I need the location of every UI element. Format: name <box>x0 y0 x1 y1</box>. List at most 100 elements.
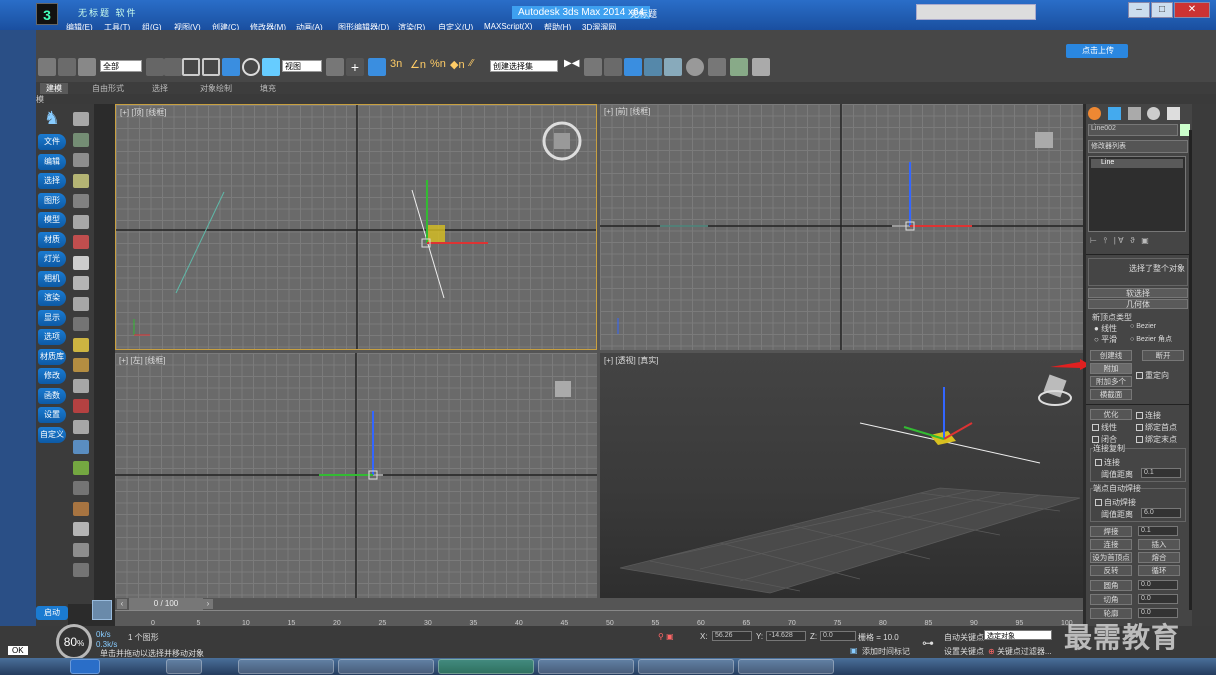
left-tab-2[interactable]: 选择 <box>38 173 66 189</box>
insert-button[interactable]: 插入 <box>1138 539 1180 550</box>
gizmo-x-axis[interactable] <box>943 422 973 440</box>
lock-icon[interactable]: ⚲ ▣ <box>658 632 674 641</box>
ribbon-tab-1[interactable]: 自由形式 <box>92 83 124 94</box>
panel-scrollbar[interactable] <box>1189 130 1192 610</box>
taskbar-app-5[interactable] <box>538 659 634 674</box>
line-shape[interactable] <box>175 191 225 294</box>
selection-filter-dropdown[interactable]: 全部 <box>100 60 142 72</box>
tool-icon-1[interactable] <box>73 132 89 147</box>
z-coord-field[interactable]: 0.0 <box>820 631 856 641</box>
prev-frame-icon[interactable]: ‹ <box>117 599 127 609</box>
line-selected[interactable] <box>859 422 1041 464</box>
link-icon[interactable] <box>38 58 56 76</box>
ribbon-tab-0[interactable]: 建模 <box>40 83 68 94</box>
ref-coord-dropdown[interactable]: 视图 <box>282 60 322 72</box>
left-tab-6[interactable]: 灯光 <box>38 251 66 267</box>
spinner-snap-icon[interactable]: ◆n <box>450 58 468 76</box>
tool-icon-4[interactable] <box>73 194 89 208</box>
motion-tab-icon[interactable] <box>1147 107 1161 120</box>
edit-named-sel-icon[interactable]: ⁄⁄ <box>470 58 488 76</box>
reorient-checkbox[interactable]: 重定向 <box>1136 370 1169 381</box>
viewport-label-persp[interactable]: [+] [透视] [真实] <box>604 355 658 366</box>
weld-button[interactable]: 焊接 <box>1090 526 1132 537</box>
unlink-icon[interactable] <box>58 58 76 76</box>
hierarchy-tab-icon[interactable] <box>1127 107 1141 120</box>
named-selection-dropdown[interactable]: 创建选择集 <box>490 60 558 72</box>
schematic-view-icon[interactable] <box>664 58 682 76</box>
viewport-label-left[interactable]: [+] [左] [线框] <box>119 355 165 366</box>
create-line-button[interactable]: 创建线 <box>1090 350 1132 361</box>
viewcube-front-icon[interactable] <box>1035 132 1053 148</box>
selected-object-dropdown[interactable]: 选定对象 <box>984 630 1052 640</box>
x-coord-field[interactable]: 56.26 <box>712 631 752 641</box>
cycle-button[interactable]: 循环 <box>1138 565 1180 576</box>
percent-snap-icon[interactable]: %n <box>430 58 448 76</box>
weld-threshold-spinner[interactable]: 6.0 <box>1141 508 1181 518</box>
viewport-top[interactable]: [+] [顶] [线框] <box>115 104 597 350</box>
add-time-tag[interactable]: 添加时间标记 <box>862 646 910 657</box>
next-frame-icon[interactable]: › <box>203 599 213 609</box>
left-tab-7[interactable]: 相机 <box>38 270 66 287</box>
tool-icon-14[interactable] <box>73 399 89 413</box>
right-scrollbar[interactable] <box>1192 104 1216 634</box>
taskbar-app-6[interactable] <box>638 659 734 674</box>
connect-checkbox[interactable]: 连接 <box>1136 410 1161 421</box>
render-production-icon[interactable] <box>752 58 770 76</box>
maximize-icon[interactable]: □ <box>1151 2 1173 18</box>
viewport-label-top[interactable]: [+] [顶] [线框] <box>120 107 166 118</box>
autokey-button[interactable]: 自动关键点 <box>944 632 984 643</box>
bind-last-checkbox[interactable]: 绑定末点 <box>1136 434 1177 445</box>
rect-selection-icon[interactable] <box>182 58 200 76</box>
modifier-list-dropdown[interactable]: 修改器列表 <box>1088 140 1188 153</box>
render-setup-icon[interactable] <box>708 58 726 76</box>
rotate-icon[interactable] <box>242 58 260 76</box>
key-icon[interactable]: ⊶ <box>922 636 934 650</box>
set-first-vertex-button[interactable]: 设为首顶点 <box>1090 552 1132 563</box>
object-name-field[interactable]: Line002 <box>1088 124 1178 136</box>
left-tab-13[interactable]: 函数 <box>38 387 66 404</box>
left-tab-9[interactable]: 显示 <box>38 309 66 326</box>
left-tab-0[interactable]: 文件 <box>38 134 66 150</box>
keyboard-shortcut-icon[interactable] <box>368 58 386 76</box>
attach-multiple-button[interactable]: 附加多个 <box>1090 376 1132 387</box>
tool-icon-21[interactable] <box>73 542 89 557</box>
pivot-icon[interactable] <box>326 58 344 76</box>
threshold-spinner[interactable]: 0.1 <box>1141 468 1181 478</box>
upload-button[interactable]: 点击上传 <box>1066 44 1128 58</box>
chamfer-button[interactable]: 切角 <box>1090 594 1132 605</box>
break-button[interactable]: 断开 <box>1142 350 1184 361</box>
layer-manager-icon[interactable] <box>604 58 622 76</box>
close-icon[interactable]: ✕ <box>1174 2 1210 18</box>
viewport-left[interactable]: [+] [左] [线框] <box>115 353 597 598</box>
tool-icon-8[interactable] <box>73 276 89 290</box>
tool-icon-5[interactable] <box>73 214 89 229</box>
display-tab-icon[interactable] <box>1167 107 1181 120</box>
rendered-frame-icon[interactable] <box>730 58 748 76</box>
left-tab-8[interactable]: 渲染 <box>38 290 66 306</box>
tool-icon-18[interactable] <box>73 481 89 495</box>
vtype-bezier-corner-radio[interactable]: ○ Bezier 角点 <box>1130 334 1172 344</box>
rollout-geometry[interactable]: 几何体 <box>1088 299 1188 309</box>
fillet-spinner[interactable]: 0.0 <box>1138 580 1178 590</box>
tool-icon-3[interactable] <box>73 173 89 188</box>
refine-button[interactable]: 优化 <box>1090 409 1132 420</box>
material-editor-icon[interactable] <box>686 58 704 76</box>
tool-icon-2[interactable] <box>73 153 89 167</box>
left-tab-4[interactable]: 模型 <box>38 212 66 228</box>
taskbar-app-1[interactable] <box>166 659 202 674</box>
taskbar-app-3[interactable] <box>338 659 434 674</box>
ribbon-tab-4[interactable]: 填充 <box>260 83 276 94</box>
tool-icon-7[interactable] <box>73 255 89 270</box>
taskbar-app-7[interactable] <box>738 659 834 674</box>
connect-button[interactable]: 连接 <box>1090 539 1132 550</box>
tool-icon-20[interactable] <box>73 522 89 536</box>
set-key-button[interactable]: 设置关键点 <box>944 646 984 657</box>
frame-indicator[interactable]: 0 / 100 <box>129 598 203 610</box>
tool-icon-16[interactable] <box>73 440 89 454</box>
stack-item-line[interactable]: Line <box>1091 159 1183 168</box>
cross-section-button[interactable]: 横截面 <box>1090 389 1132 400</box>
fillet-button[interactable]: 圆角 <box>1090 580 1132 591</box>
angle-snap-icon[interactable]: ∠n <box>410 58 428 76</box>
taskbar-app-4[interactable] <box>438 659 534 674</box>
modify-tab-icon[interactable] <box>1107 107 1121 120</box>
